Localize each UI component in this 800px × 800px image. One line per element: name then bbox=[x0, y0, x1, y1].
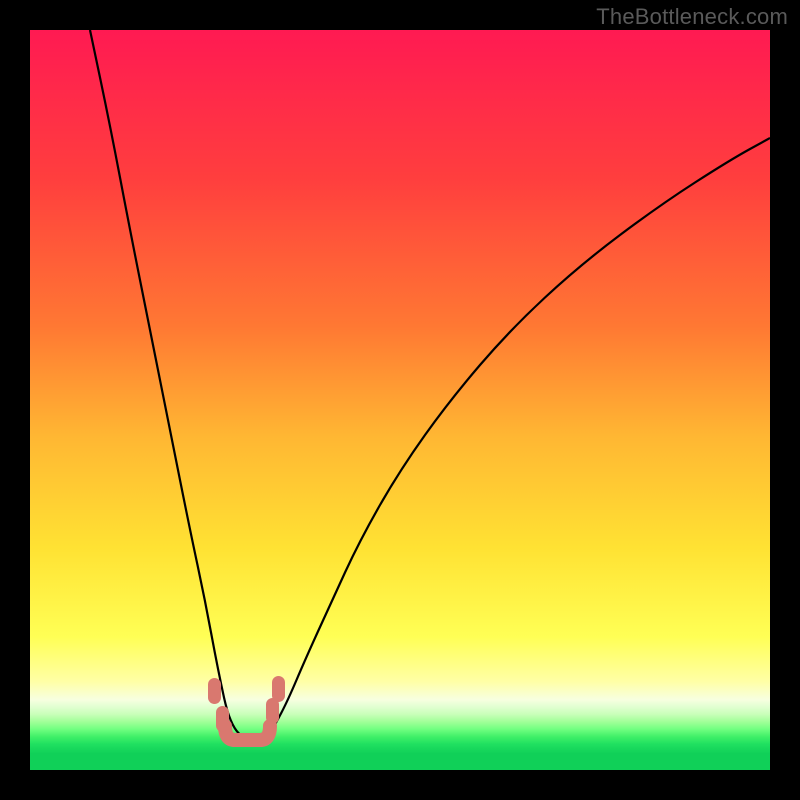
right-curve-marker-2 bbox=[272, 676, 285, 702]
left-curve-marker bbox=[208, 678, 221, 704]
curve-path bbox=[90, 30, 770, 741]
curve-markers bbox=[208, 676, 285, 732]
right-curve-marker bbox=[266, 698, 279, 724]
plot-frame bbox=[30, 30, 770, 770]
watermark-text: TheBottleneck.com bbox=[596, 4, 788, 30]
bottleneck-curve bbox=[30, 30, 770, 770]
left-curve-marker-2 bbox=[216, 706, 229, 732]
optimal-region-marker bbox=[225, 726, 270, 740]
